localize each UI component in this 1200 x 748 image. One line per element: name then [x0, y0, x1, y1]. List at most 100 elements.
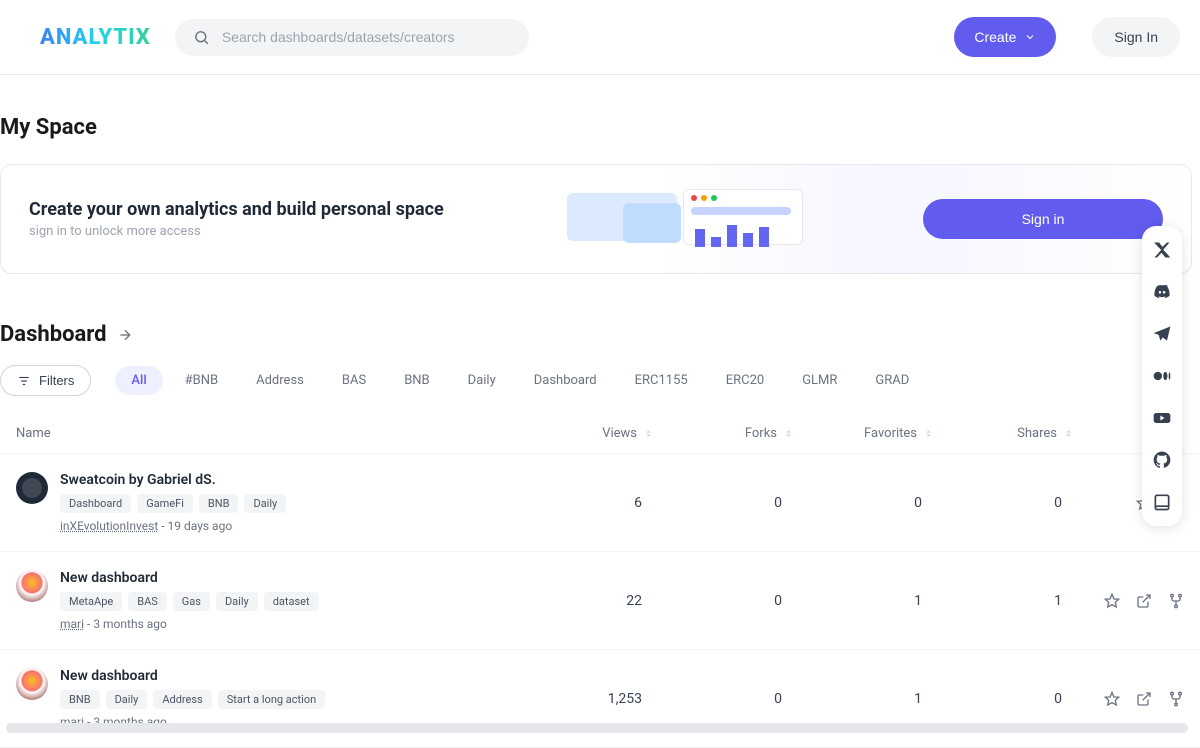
avatar[interactable] — [16, 472, 48, 504]
col-name: Name — [16, 426, 514, 441]
tab-daily[interactable]: Daily — [452, 366, 512, 395]
banner-signin-button[interactable]: Sign in — [923, 199, 1163, 239]
row-title[interactable]: New dashboard — [60, 570, 319, 586]
cell-favorites: 0 — [794, 495, 934, 511]
open-icon[interactable] — [1136, 593, 1152, 609]
tag[interactable]: Daily — [244, 494, 286, 513]
tag[interactable]: dataset — [264, 592, 319, 611]
logo[interactable]: ANALYTIX — [40, 25, 151, 50]
tab-dashboard[interactable]: Dashboard — [518, 366, 613, 395]
tag[interactable]: Dashboard — [60, 494, 131, 513]
myspace-section: My Space Create your own analytics and b… — [0, 75, 1200, 274]
app-header: ANALYTIX Create Sign In — [0, 0, 1200, 75]
filters-label: Filters — [39, 373, 74, 388]
arrow-right-icon[interactable] — [117, 327, 133, 343]
col-shares[interactable]: Shares — [934, 426, 1074, 441]
tag[interactable]: Daily — [106, 690, 148, 709]
medium-icon[interactable] — [1152, 366, 1172, 386]
sort-icon — [923, 428, 934, 439]
docs-icon[interactable] — [1152, 492, 1172, 512]
avatar[interactable] — [16, 668, 48, 700]
banner-illustration — [563, 185, 803, 253]
telegram-icon[interactable] — [1152, 324, 1172, 344]
cell-favorites: 1 — [794, 593, 934, 609]
discord-icon[interactable] — [1152, 282, 1172, 302]
cell-forks: 0 — [654, 593, 794, 609]
tab-erc20[interactable]: ERC20 — [710, 366, 780, 395]
sort-icon — [643, 428, 654, 439]
tag[interactable]: Gas — [173, 592, 210, 611]
tag[interactable]: Daily — [216, 592, 258, 611]
col-favorites[interactable]: Favorites — [794, 426, 934, 441]
youtube-icon[interactable] — [1152, 408, 1172, 428]
star-icon[interactable] — [1104, 691, 1120, 707]
avatar[interactable] — [16, 570, 48, 602]
tab-all[interactable]: All — [115, 366, 162, 395]
signin-banner: Create your own analytics and build pers… — [0, 164, 1192, 274]
tab-bnb[interactable]: BNB — [388, 366, 445, 395]
filters-button[interactable]: Filters — [0, 365, 91, 396]
table-row: New dashboard MetaApe BAS Gas Daily dataset ma… — [0, 552, 1200, 650]
dashboard-heading: Dashboard — [0, 322, 107, 347]
cell-forks: 0 — [654, 691, 794, 707]
cell-views: 22 — [514, 593, 654, 609]
tab-erc1155[interactable]: ERC1155 — [619, 366, 704, 395]
row-meta: mari - 3 months ago — [60, 617, 319, 631]
table-body: Sweatcoin by Gabriel dS. Dashboard GameFi B… — [0, 454, 1200, 748]
create-label: Create — [974, 29, 1016, 45]
create-button[interactable]: Create — [954, 17, 1056, 57]
cell-forks: 0 — [654, 495, 794, 511]
github-icon[interactable] — [1152, 450, 1172, 470]
tag[interactable]: BNB — [60, 690, 100, 709]
tab-glmr[interactable]: GLMR — [786, 366, 853, 395]
cell-favorites: 1 — [794, 691, 934, 707]
tags: MetaApe BAS Gas Daily dataset — [60, 592, 319, 611]
tags: Dashboard GameFi BNB Daily — [60, 494, 286, 513]
horizontal-scrollbar[interactable] — [6, 723, 1188, 733]
search-input[interactable] — [222, 29, 511, 45]
banner-title: Create your own analytics and build pers… — [29, 199, 444, 220]
cell-shares: 0 — [934, 691, 1074, 707]
col-views[interactable]: Views — [514, 426, 654, 441]
tag[interactable]: Start a long action — [218, 690, 325, 709]
filter-icon — [17, 374, 31, 388]
table-row: Sweatcoin by Gabriel dS. Dashboard GameFi B… — [0, 454, 1200, 552]
star-icon[interactable] — [1104, 593, 1120, 609]
filter-row: Filters All#BNBAddressBASBNBDailyDashboa… — [0, 365, 1200, 396]
row-title[interactable]: Sweatcoin by Gabriel dS. — [60, 472, 286, 488]
author-link[interactable]: mari — [60, 617, 84, 631]
search-container[interactable] — [175, 19, 529, 56]
tag[interactable]: MetaApe — [60, 592, 122, 611]
tab-address[interactable]: Address — [240, 366, 320, 395]
search-icon — [193, 29, 210, 46]
table-row: New dashboard BNB Daily Address Start a long… — [0, 650, 1200, 748]
x-icon[interactable] — [1152, 240, 1172, 260]
myspace-heading: My Space — [0, 115, 1200, 140]
signin-button[interactable]: Sign In — [1092, 17, 1180, 57]
fork-icon[interactable] — [1168, 691, 1184, 707]
tag[interactable]: BNB — [199, 494, 239, 513]
tab-bas[interactable]: BAS — [326, 366, 382, 395]
sort-icon — [1063, 428, 1074, 439]
cell-shares: 1 — [934, 593, 1074, 609]
open-icon[interactable] — [1136, 691, 1152, 707]
tabs-row: All#BNBAddressBASBNBDailyDashboardERC115… — [115, 366, 925, 395]
tag[interactable]: GameFi — [137, 494, 193, 513]
tag[interactable]: Address — [153, 690, 211, 709]
row-title[interactable]: New dashboard — [60, 668, 325, 684]
cell-views: 1,253 — [514, 691, 654, 707]
col-forks[interactable]: Forks — [654, 426, 794, 441]
row-meta: inXEvolutionInvest - 19 days ago — [60, 519, 286, 533]
dashboard-heading-row: Dashboard — [0, 322, 1200, 347]
table-header: Name Views Forks Favorites Shares — [0, 414, 1200, 454]
tab-bnb[interactable]: #BNB — [169, 366, 234, 395]
cell-shares: 0 — [934, 495, 1074, 511]
tags: BNB Daily Address Start a long action — [60, 690, 325, 709]
sort-icon — [783, 428, 794, 439]
tab-grad[interactable]: GRAD — [859, 366, 925, 395]
row-actions — [1074, 691, 1184, 707]
chevron-down-icon — [1024, 31, 1036, 43]
tag[interactable]: BAS — [128, 592, 167, 611]
author-link[interactable]: inXEvolutionInvest — [60, 519, 158, 533]
fork-icon[interactable] — [1168, 593, 1184, 609]
